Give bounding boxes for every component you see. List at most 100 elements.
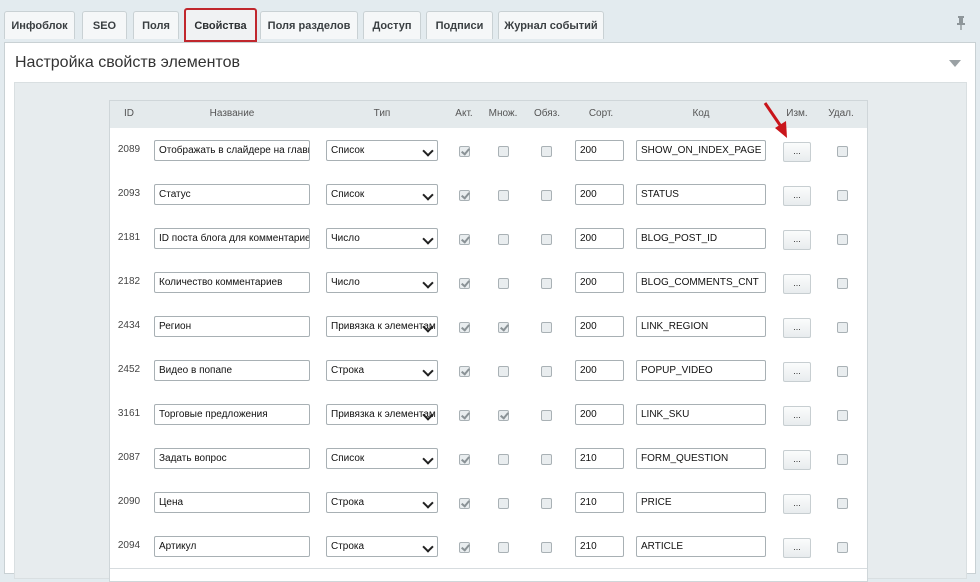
property-name-input[interactable]: Отображать в слайдере на главной (154, 140, 310, 161)
sort-input[interactable]: 210 (575, 448, 624, 469)
delete-checkbox[interactable] (837, 146, 848, 157)
property-name-input[interactable]: ID поста блога для комментариев (154, 228, 310, 249)
edit-button[interactable]: ... (783, 406, 811, 426)
active-checkbox[interactable] (459, 234, 470, 245)
delete-checkbox[interactable] (837, 454, 848, 465)
sort-input[interactable]: 200 (575, 404, 624, 425)
multiple-checkbox[interactable] (498, 146, 509, 157)
code-input[interactable]: BLOG_COMMENTS_CNT (636, 272, 766, 293)
required-checkbox[interactable] (541, 454, 552, 465)
delete-checkbox[interactable] (837, 410, 848, 421)
required-checkbox[interactable] (541, 498, 552, 509)
active-checkbox[interactable] (459, 366, 470, 377)
multiple-checkbox[interactable] (498, 542, 509, 553)
code-input[interactable]: STATUS (636, 184, 766, 205)
tab-event-log[interactable]: Журнал событий (498, 11, 604, 39)
active-checkbox[interactable] (459, 322, 470, 333)
property-name-input[interactable]: Задать вопрос (154, 448, 310, 469)
property-type-select[interactable]: Привязка к элементам (326, 316, 438, 337)
tab-access[interactable]: Доступ (363, 11, 421, 39)
delete-checkbox[interactable] (837, 190, 848, 201)
active-checkbox[interactable] (459, 410, 470, 421)
property-name-input[interactable]: Количество комментариев (154, 272, 310, 293)
tab-seo[interactable]: SEO (82, 11, 127, 39)
edit-button[interactable]: ... (783, 186, 811, 206)
code-input[interactable]: ARTICLE (636, 536, 766, 557)
pin-icon[interactable] (956, 16, 966, 30)
multiple-checkbox[interactable] (498, 454, 509, 465)
delete-checkbox[interactable] (837, 498, 848, 509)
property-type-select[interactable]: Число (326, 228, 438, 249)
property-name-input[interactable]: Регион (154, 316, 310, 337)
multiple-checkbox[interactable] (498, 278, 509, 289)
edit-button[interactable]: ... (783, 450, 811, 470)
property-name-input[interactable]: Статус (154, 184, 310, 205)
required-checkbox[interactable] (541, 190, 552, 201)
property-type-select[interactable]: Привязка к элементам (326, 404, 438, 425)
multiple-checkbox[interactable] (498, 498, 509, 509)
edit-button[interactable]: ... (783, 494, 811, 514)
edit-button[interactable]: ... (783, 274, 811, 294)
edit-button[interactable]: ... (783, 362, 811, 382)
tab-properties[interactable]: Свойства (184, 8, 257, 42)
property-type-select[interactable]: Список (326, 448, 438, 469)
required-checkbox[interactable] (541, 542, 552, 553)
property-name-input[interactable]: Торговые предложения (154, 404, 310, 425)
active-checkbox[interactable] (459, 146, 470, 157)
sort-input[interactable]: 200 (575, 140, 624, 161)
sort-input[interactable]: 210 (575, 536, 624, 557)
property-type-select[interactable]: Число (326, 272, 438, 293)
edit-button[interactable]: ... (783, 230, 811, 250)
multiple-checkbox[interactable] (498, 234, 509, 245)
code-input[interactable]: PRICE (636, 492, 766, 513)
property-type-select[interactable]: Строка (326, 492, 438, 513)
delete-checkbox[interactable] (837, 322, 848, 333)
delete-checkbox[interactable] (837, 542, 848, 553)
delete-checkbox[interactable] (837, 278, 848, 289)
property-name-input[interactable]: Артикул (154, 536, 310, 557)
property-name-input[interactable]: Видео в попапе (154, 360, 310, 381)
collapse-icon[interactable] (949, 60, 961, 67)
tab-captions[interactable]: Подписи (426, 11, 493, 39)
property-type-select[interactable]: Список (326, 140, 438, 161)
tab-section-fields[interactable]: Поля разделов (260, 11, 358, 39)
required-checkbox[interactable] (541, 410, 552, 421)
required-checkbox[interactable] (541, 146, 552, 157)
tab-fields[interactable]: Поля (133, 11, 179, 39)
code-input[interactable]: LINK_SKU (636, 404, 766, 425)
edit-button[interactable]: ... (783, 142, 811, 162)
sort-input[interactable]: 200 (575, 184, 624, 205)
sort-input[interactable]: 210 (575, 492, 624, 513)
property-type-select[interactable]: Список (326, 184, 438, 205)
code-input[interactable]: FORM_QUESTION (636, 448, 766, 469)
multiple-checkbox[interactable] (498, 410, 509, 421)
active-checkbox[interactable] (459, 454, 470, 465)
edit-button[interactable]: ... (783, 318, 811, 338)
property-name-input[interactable]: Цена (154, 492, 310, 513)
code-input[interactable]: POPUP_VIDEO (636, 360, 766, 381)
delete-checkbox[interactable] (837, 366, 848, 377)
required-checkbox[interactable] (541, 278, 552, 289)
code-input[interactable]: SHOW_ON_INDEX_PAGE (636, 140, 766, 161)
required-checkbox[interactable] (541, 366, 552, 377)
multiple-checkbox[interactable] (498, 190, 509, 201)
property-type-select[interactable]: Строка (326, 360, 438, 381)
delete-checkbox[interactable] (837, 234, 848, 245)
code-input[interactable]: BLOG_POST_ID (636, 228, 766, 249)
multiple-checkbox[interactable] (498, 366, 509, 377)
active-checkbox[interactable] (459, 278, 470, 289)
active-checkbox[interactable] (459, 498, 470, 509)
required-checkbox[interactable] (541, 234, 552, 245)
sort-input[interactable]: 200 (575, 360, 624, 381)
tab-infoblock[interactable]: Инфоблок (4, 11, 75, 39)
multiple-checkbox[interactable] (498, 322, 509, 333)
edit-button[interactable]: ... (783, 538, 811, 558)
sort-input[interactable]: 200 (575, 272, 624, 293)
required-checkbox[interactable] (541, 322, 552, 333)
active-checkbox[interactable] (459, 190, 470, 201)
code-input[interactable]: LINK_REGION (636, 316, 766, 337)
sort-input[interactable]: 200 (575, 316, 624, 337)
property-type-select[interactable]: Строка (326, 536, 438, 557)
sort-input[interactable]: 200 (575, 228, 624, 249)
active-checkbox[interactable] (459, 542, 470, 553)
